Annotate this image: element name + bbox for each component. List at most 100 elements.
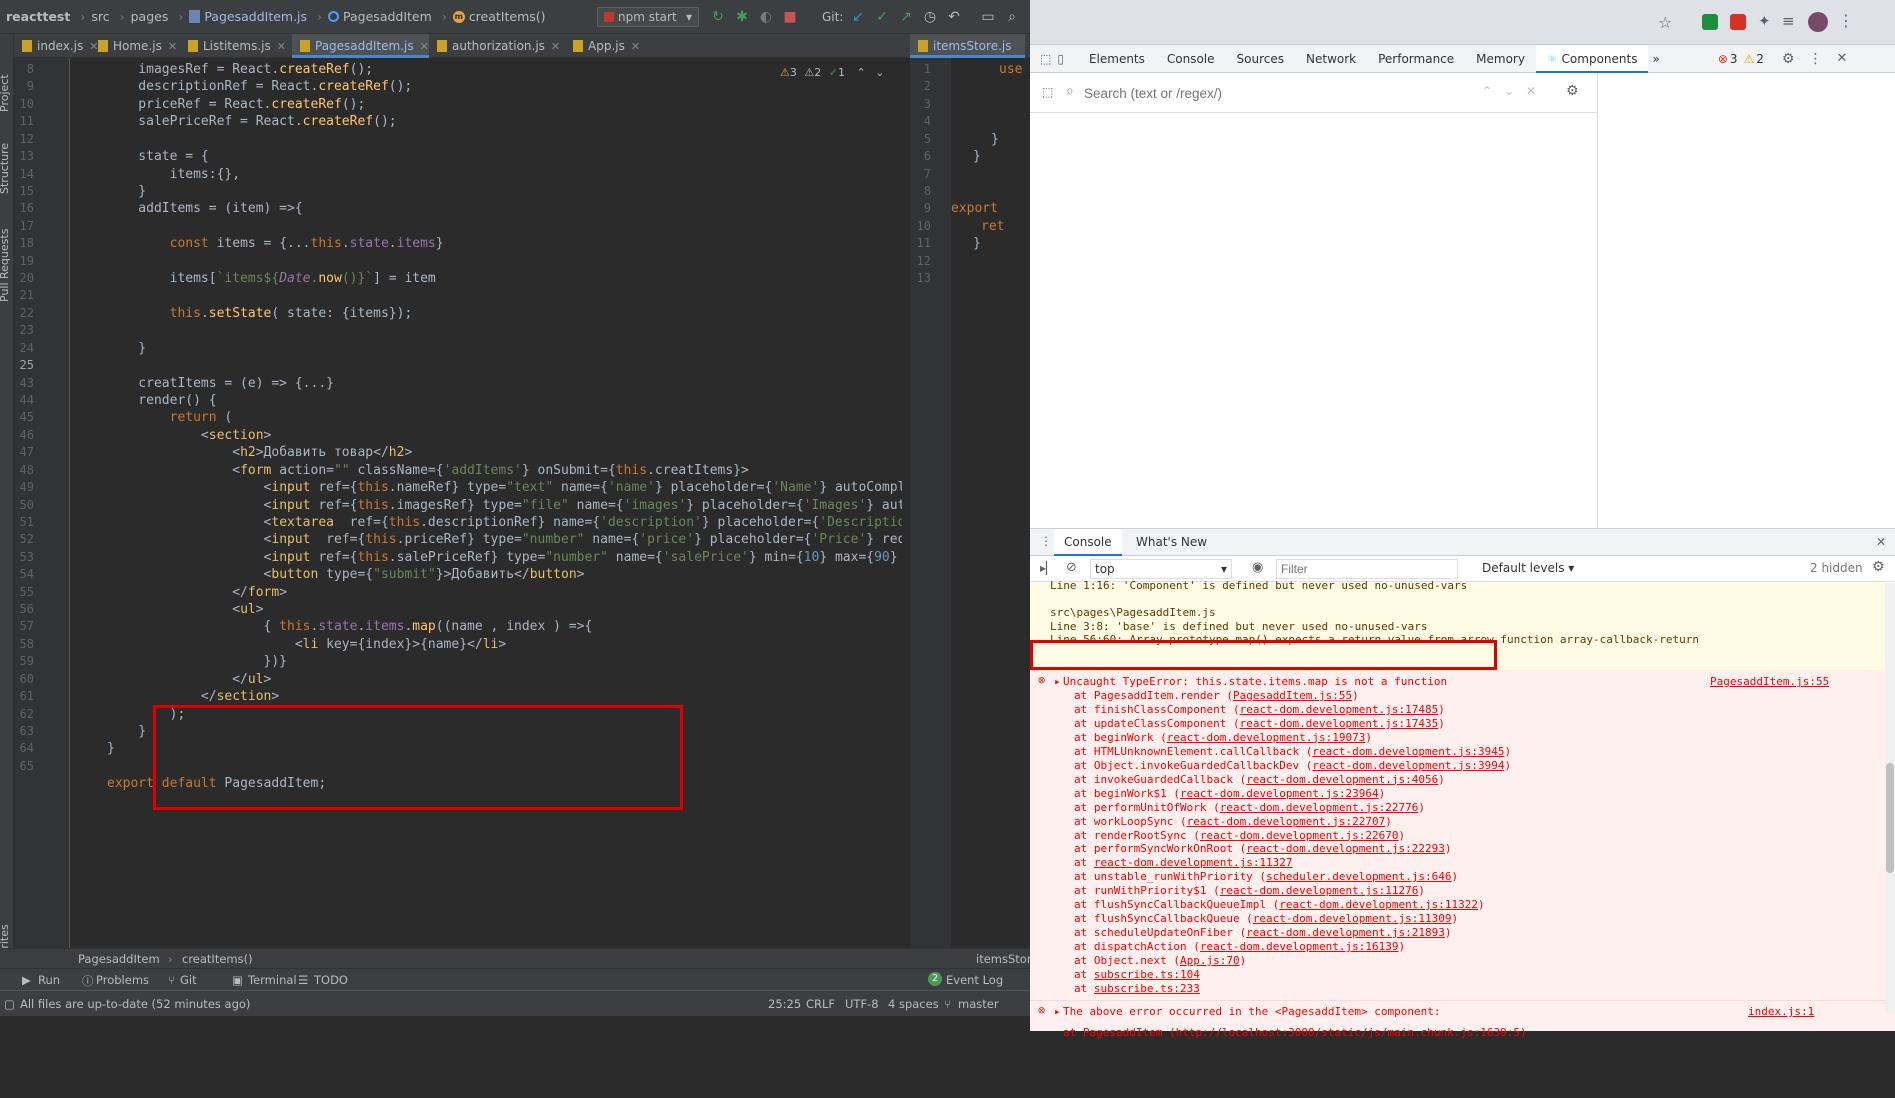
code-line[interactable]: } [107, 741, 115, 757]
code-line[interactable]: <textarea ref={this.descriptionRef} name… [107, 515, 902, 531]
code-line[interactable]: <ul> [107, 602, 263, 618]
search-input[interactable] [1084, 83, 1394, 103]
chevron-up-icon[interactable]: ⌃ [856, 66, 865, 79]
clear-search-icon[interactable]: ✕ [1526, 84, 1536, 98]
tool-git[interactable]: Git [180, 973, 197, 987]
devtools-tab-memory[interactable]: Memory [1465, 45, 1536, 73]
code-line[interactable]: })} [107, 654, 287, 670]
file-encoding[interactable]: UTF-8 [845, 997, 879, 1011]
settings-gear-icon[interactable]: ⚙ [1566, 83, 1579, 99]
code-line[interactable]: items:{}, [107, 167, 240, 183]
breadcrumb-file[interactable]: PagesaddItem.js [204, 9, 307, 24]
tool-structure[interactable]: Structure [0, 143, 11, 194]
search-everywhere-icon[interactable]: ⌕ [1004, 9, 1020, 25]
devtools-tab-performance[interactable]: Performance [1367, 45, 1465, 73]
project-structure-icon[interactable]: ▭ [980, 9, 996, 25]
tab-app-js[interactable]: App.js ✕ [565, 34, 655, 58]
stack-frame[interactable]: at invokeGuardedCallback (react-dom.deve… [1074, 773, 1445, 787]
git-history-icon[interactable]: ◷ [922, 9, 938, 25]
close-icon[interactable]: ✕ [1876, 535, 1886, 549]
tool-problems[interactable]: Problems [96, 973, 149, 987]
code-line[interactable]: items[`items${Date.now()}`] = item [107, 271, 436, 287]
inspection-widget[interactable]: ⚠3 ⚠2 ✓1 ⌃ ⌄ [780, 66, 884, 79]
devtools-tab-elements[interactable]: Elements [1078, 45, 1156, 73]
media-queue-icon[interactable]: ≡ [1782, 12, 1795, 30]
code-line[interactable]: </section> [107, 689, 279, 705]
stack-frame[interactable]: at Object.invokeGuardedCallbackDev (reac… [1074, 759, 1511, 773]
breadcrumb-class[interactable]: PagesaddItem [78, 952, 160, 966]
code-line[interactable]: </ul> [107, 672, 271, 688]
stack-frame[interactable]: at beginWork (react-dom.development.js:1… [1074, 731, 1372, 745]
inspect-element-icon[interactable]: ⬚ [1040, 52, 1051, 66]
code-line[interactable]: render() { [107, 393, 216, 409]
stack-frame[interactable]: at finishClassComponent (react-dom.devel… [1074, 703, 1445, 717]
status-message[interactable]: All files are up-to-date (52 minutes ago… [20, 997, 250, 1011]
stack-frame[interactable]: at runWithPriority$1 (react-dom.developm… [1074, 884, 1425, 898]
stop-icon[interactable]: ■ [782, 9, 798, 25]
indent-setting[interactable]: 4 spaces [888, 997, 939, 1011]
stack-frame[interactable]: at workLoopSync (react-dom.development.j… [1074, 815, 1392, 829]
close-icon[interactable]: ✕ [277, 40, 286, 53]
device-toolbar-icon[interactable]: ▯ [1057, 52, 1064, 66]
levels-dropdown[interactable]: Default levels ▾ [1482, 561, 1574, 575]
drawer-tab-whats-new[interactable]: What's New [1130, 529, 1213, 556]
more-vert-icon[interactable]: ⋮ [1808, 51, 1822, 67]
devtools-tab-components[interactable]: ⚛ Components [1535, 44, 1649, 73]
code-line[interactable]: </form> [107, 585, 287, 601]
tab-pagesadditem-js[interactable]: PagesaddItem.js ✕ [292, 34, 429, 58]
close-icon[interactable]: ✕ [1836, 51, 1847, 66]
tool-event-log[interactable]: Event Log [946, 973, 1003, 987]
code-line[interactable]: <form action="" className={'addItems'} o… [107, 463, 749, 479]
more-tabs-icon[interactable]: » [1652, 52, 1659, 66]
tab-listitems-js[interactable]: Listitems.js ✕ [180, 34, 292, 58]
devtools-tab-network[interactable]: Network [1295, 45, 1367, 73]
code-line[interactable]: <h2>Добавить товар</h2> [107, 445, 412, 461]
close-icon[interactable]: ✕ [631, 40, 640, 53]
previous-result-icon[interactable]: ⌃ [1482, 84, 1492, 98]
run-configuration-select[interactable]: npm start ▾ [597, 7, 699, 27]
code-line[interactable]: <input ref={this.imagesRef} type="file" … [107, 498, 902, 514]
devtools-tab-sources[interactable]: Sources [1226, 45, 1295, 73]
chevron-down-icon[interactable]: ⌄ [875, 66, 884, 79]
code-line[interactable]: use [999, 62, 1022, 78]
stack-frame[interactable]: at subscribe.ts:233 [1074, 982, 1200, 996]
clear-console-icon[interactable]: ⊘ [1066, 560, 1077, 575]
tab-home-js[interactable]: Home.js ✕ [90, 34, 180, 58]
tool-project[interactable]: Project [0, 74, 11, 112]
stack-frame[interactable]: at beginWork$1 (react-dom.development.js… [1074, 787, 1385, 801]
stack-frame[interactable]: at Object.next (App.js:70) [1074, 954, 1246, 968]
code-line[interactable]: ret [981, 219, 1004, 235]
live-expression-eye-icon[interactable]: ◉ [1252, 560, 1263, 575]
line-separator[interactable]: CRLF [806, 997, 835, 1011]
code-line[interactable]: priceRef = React.createRef(); [107, 97, 365, 113]
code-editor[interactable]: imagesRef = React.createRef(); descripti… [70, 58, 902, 948]
code-line[interactable]: <button type={"submit"}>Добавить</button… [107, 567, 585, 583]
console-scrollbar[interactable] [1885, 583, 1895, 1013]
sidebar-toggle-icon[interactable]: ▸▏ [1040, 561, 1055, 575]
close-icon[interactable]: ✕ [551, 40, 560, 53]
breadcrumb-src[interactable]: src [91, 9, 109, 24]
select-element-icon[interactable]: ⬚ [1042, 85, 1053, 99]
breadcrumb-component[interactable]: PagesaddItem [343, 9, 432, 24]
code-line[interactable]: this.setState( state: {items}); [107, 306, 413, 322]
code-line[interactable]: <input ref={this.priceRef} type="number"… [107, 532, 902, 548]
error-count[interactable]: 3 [1730, 52, 1738, 66]
filter-input[interactable] [1276, 559, 1458, 579]
stack-frame[interactable]: at HTMLUnknownElement.callCallback (reac… [1074, 745, 1511, 759]
git-update-icon[interactable]: ↙ [850, 9, 866, 25]
extension-devtools-icon[interactable] [1730, 14, 1746, 30]
drawer-menu-icon[interactable]: ⋮ [1040, 534, 1052, 548]
drawer-tab-console[interactable]: Console [1054, 529, 1122, 556]
stack-frame[interactable]: at subscribe.ts:104 [1074, 968, 1200, 982]
avatar[interactable] [1808, 12, 1828, 32]
git-push-icon[interactable]: ↗ [898, 9, 914, 25]
stack-frame[interactable]: at updateClassComponent (react-dom.devel… [1074, 717, 1445, 731]
tool-terminal[interactable]: Terminal [248, 973, 297, 987]
stack-frame[interactable]: at dispatchAction (react-dom.development… [1074, 940, 1405, 954]
code-line[interactable]: <input ref={this.nameRef} type="text" na… [107, 480, 902, 496]
tab-authorization-js[interactable]: authorization.js ✕ [429, 34, 565, 58]
breadcrumb-method[interactable]: creatItems() [469, 9, 546, 24]
code-line[interactable]: } [973, 149, 981, 165]
stack-frame[interactable]: at flushSyncCallbackQueue (react-dom.dev… [1074, 912, 1458, 926]
stack-frame[interactable]: at PagesaddItem.render (PagesaddItem.js:… [1074, 689, 1359, 703]
